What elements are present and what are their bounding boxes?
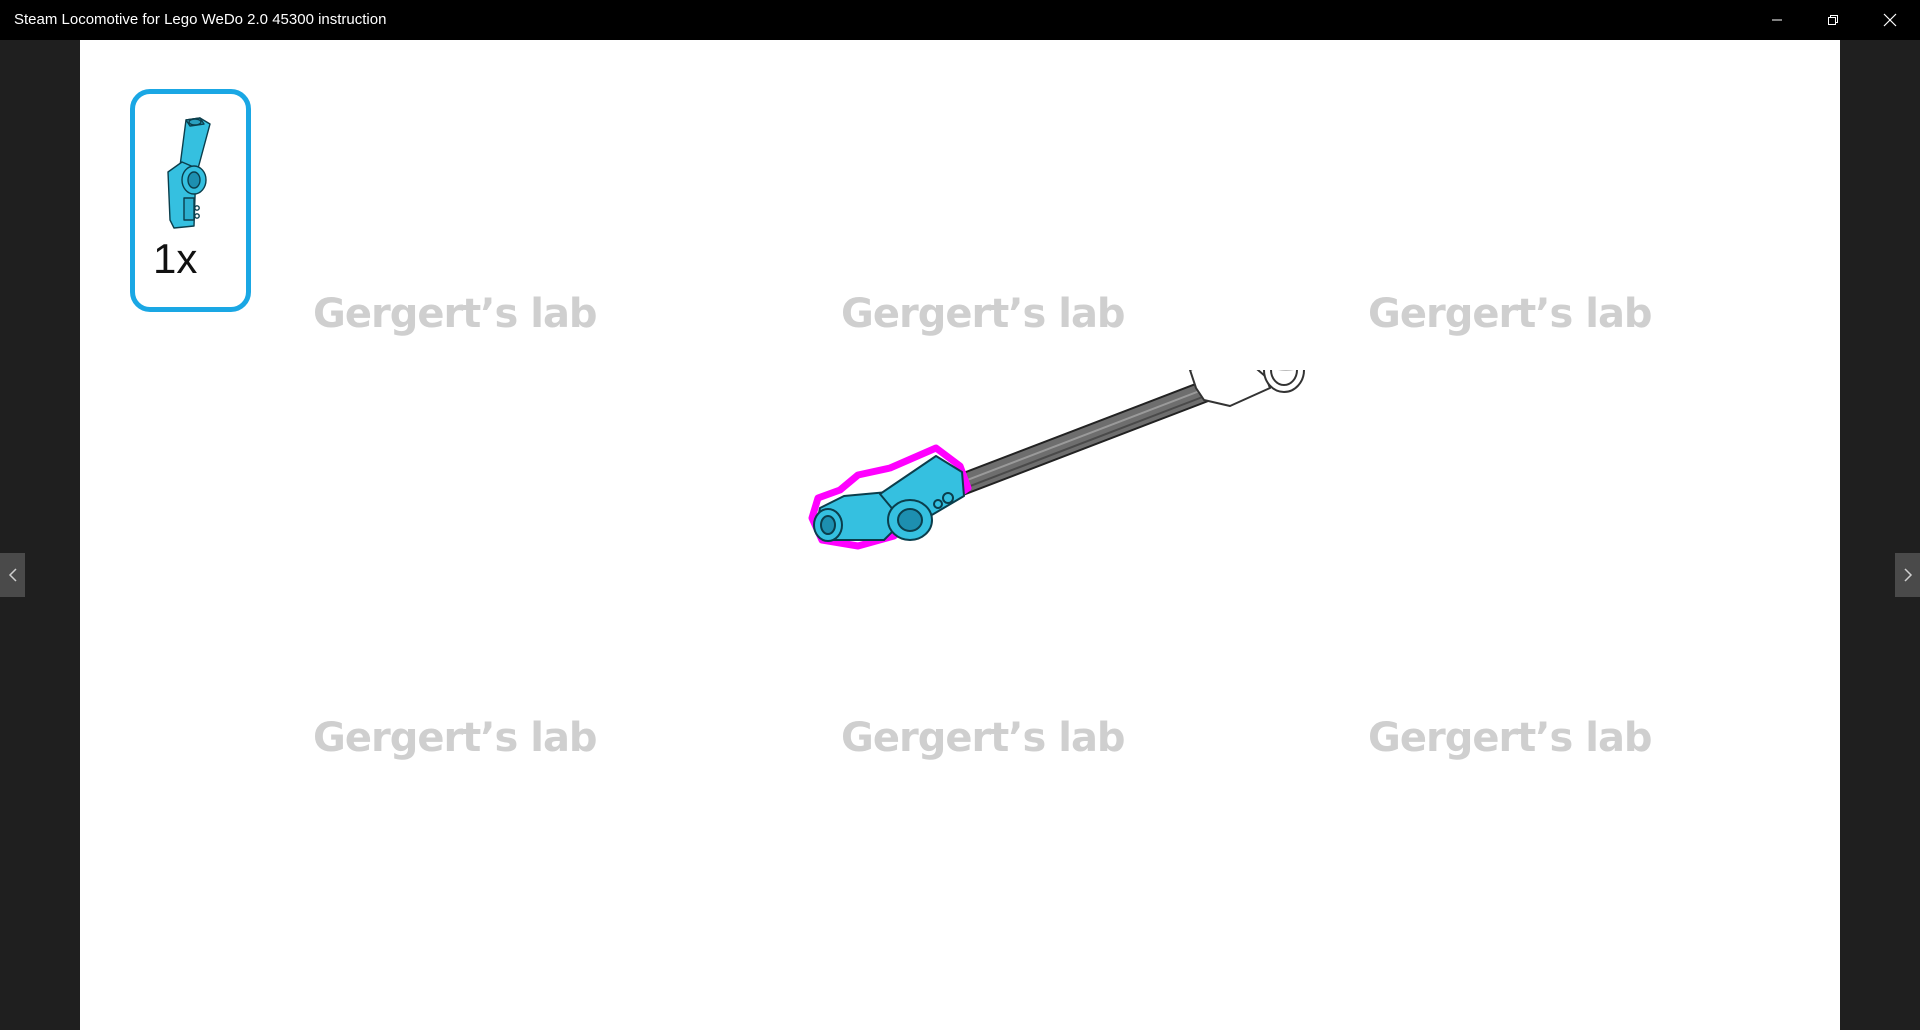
watermark: Gergert’s lab [1368,715,1653,761]
chevron-left-icon [8,568,17,582]
restore-button[interactable] [1805,0,1861,40]
restore-icon [1828,15,1838,25]
white-connector-part [1189,370,1305,407]
watermark: Gergert’s lab [1368,291,1653,337]
watermark: Gergert’s lab [841,291,1126,337]
assembly-illustration [808,370,1305,550]
title-bar: Steam Locomotive for Lego WeDo 2.0 45300… [0,0,1920,40]
window-title: Steam Locomotive for Lego WeDo 2.0 45300… [14,11,387,28]
chevron-right-icon [1903,568,1912,582]
previous-step-button[interactable] [0,553,25,597]
instruction-page: 1x Gergert’s lab Gergert’s lab Gergert’s… [80,40,1840,1030]
watermark: Gergert’s lab [841,715,1126,761]
highlighted-angle-connector [808,444,972,550]
close-button[interactable] [1862,0,1918,40]
angle-connector-part-icon [167,117,211,229]
watermark: Gergert’s lab [313,291,598,337]
minimize-button[interactable] [1749,0,1805,40]
next-step-button[interactable] [1895,553,1920,597]
part-quantity: 1x [153,235,198,282]
parts-callout: 1x [130,89,251,312]
watermark: Gergert’s lab [313,715,598,761]
viewer-area: 1x Gergert’s lab Gergert’s lab Gergert’s… [0,40,1920,1030]
minimize-icon [1772,19,1782,21]
close-icon [1883,13,1897,27]
